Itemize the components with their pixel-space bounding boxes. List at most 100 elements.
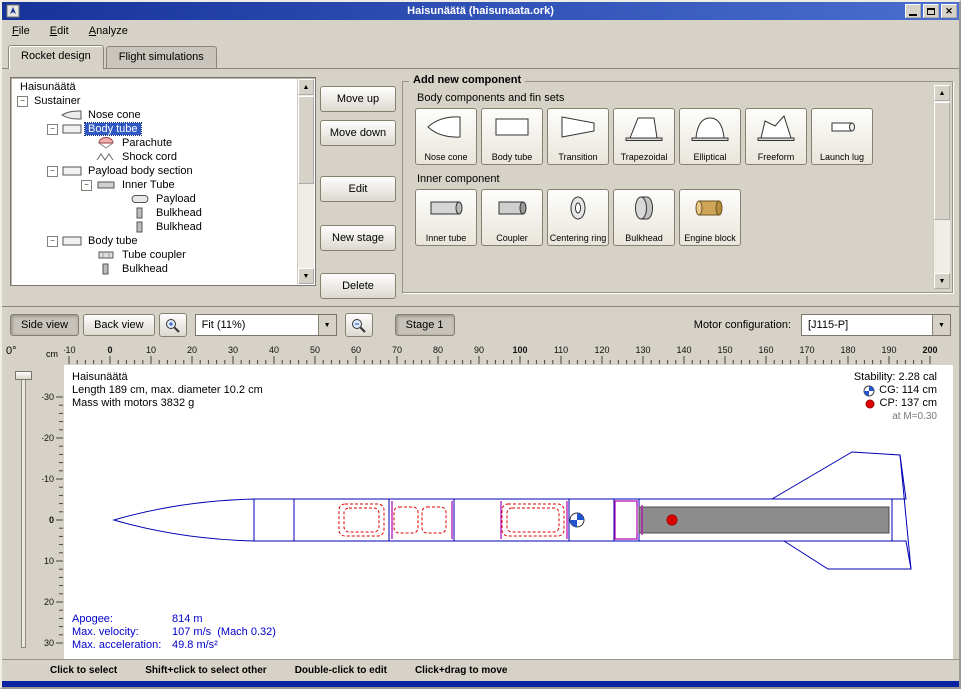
title-bar[interactable]: Haisunäätä (haisunaata.ork) ✕ xyxy=(2,2,959,20)
inner-tube-icon xyxy=(426,193,466,223)
svg-text:80: 80 xyxy=(433,345,443,355)
zoom-in-button[interactable] xyxy=(159,313,187,337)
add-coupler-button[interactable]: Coupler xyxy=(481,189,543,246)
innertube-icon xyxy=(95,179,119,191)
menu-file[interactable]: File xyxy=(12,25,30,37)
palette-title: Add new component xyxy=(409,74,525,86)
body-tube-icon xyxy=(492,112,532,142)
palette-scrollbar[interactable]: ▲ ▼ xyxy=(933,85,950,289)
tree-item-body-tube[interactable]: −Body tube xyxy=(13,234,297,248)
tree-item-inner-tube[interactable]: −Inner Tube xyxy=(13,178,297,192)
add-launch-lug-button[interactable]: Launch lug xyxy=(811,108,873,165)
tree-item-tube-coupler[interactable]: −Tube coupler xyxy=(13,248,297,262)
tree-item-bulkhead[interactable]: −Bulkhead xyxy=(13,220,297,234)
stability-mach: at M=0.30 xyxy=(854,410,937,423)
add-freeform-button[interactable]: Freeform xyxy=(745,108,807,165)
tree-expander-icon[interactable]: − xyxy=(81,180,92,191)
tree-item-payload[interactable]: −Payload xyxy=(13,192,297,206)
scroll-up-icon[interactable]: ▲ xyxy=(298,79,314,95)
scroll-up-icon[interactable]: ▲ xyxy=(934,85,950,101)
rotation-slider-handle[interactable] xyxy=(15,371,32,380)
tab-flight-simulations[interactable]: Flight simulations xyxy=(106,46,217,68)
delete-button[interactable]: Delete xyxy=(320,273,396,299)
tree-expander-icon[interactable]: − xyxy=(47,236,58,247)
add-trapezoidal-button[interactable]: Trapezoidal xyxy=(613,108,675,165)
motor-configuration-select[interactable]: [J115-P] ▼ xyxy=(801,314,951,336)
trapezoidal-icon xyxy=(624,112,664,142)
move-down-button[interactable]: Move down xyxy=(320,120,396,146)
rocket-dimensions: Length 189 cm, max. diameter 10.2 cm xyxy=(72,384,263,397)
parachute-icon xyxy=(95,137,119,149)
menu-analyze[interactable]: Analyze xyxy=(89,25,128,37)
tree-expander-icon[interactable]: − xyxy=(47,166,58,177)
tree-item-haisun-t[interactable]: Haisunäätä xyxy=(13,80,297,94)
svg-text:0: 0 xyxy=(49,515,54,525)
svg-text:130: 130 xyxy=(635,345,650,355)
side-view-button[interactable]: Side view xyxy=(10,314,79,336)
freeform-icon xyxy=(756,112,796,142)
motor-configuration-label: Motor configuration: xyxy=(694,319,791,331)
add-transition-button[interactable]: Transition xyxy=(547,108,609,165)
tab-rocket-design[interactable]: Rocket design xyxy=(8,45,104,69)
tree-item-nose-cone[interactable]: −Nose cone xyxy=(13,108,297,122)
rotation-control: 0° xyxy=(2,343,42,660)
status-bar: Click to select Shift+click to select ot… xyxy=(2,659,959,681)
cp-marker xyxy=(667,515,677,525)
window-icon xyxy=(6,4,20,18)
tree-expander-icon[interactable]: − xyxy=(47,124,58,135)
maximize-button[interactable] xyxy=(923,4,939,18)
chevron-down-icon[interactable]: ▼ xyxy=(932,315,950,335)
new-stage-button[interactable]: New stage xyxy=(320,225,396,251)
menu-edit[interactable]: Edit xyxy=(50,25,69,37)
zoom-out-button[interactable] xyxy=(345,313,373,337)
minimize-button[interactable] xyxy=(905,4,921,18)
rocket-canvas[interactable]: Haisunäätä Length 189 cm, max. diameter … xyxy=(64,365,953,660)
close-button[interactable]: ✕ xyxy=(941,4,957,18)
move-up-button[interactable]: Move up xyxy=(320,86,396,112)
svg-text:90: 90 xyxy=(474,345,484,355)
svg-text:50: 50 xyxy=(310,345,320,355)
add-inner-tube-button[interactable]: Inner tube xyxy=(415,189,477,246)
svg-text:30: 30 xyxy=(228,345,238,355)
tree-item-payload-body-section[interactable]: −Payload body section xyxy=(13,164,297,178)
motor-configuration-value: [J115-P] xyxy=(802,319,932,331)
back-view-button[interactable]: Back view xyxy=(83,314,155,336)
tree-item-bulkhead[interactable]: −Bulkhead xyxy=(13,206,297,220)
tree-item-shock-cord[interactable]: −Shock cord xyxy=(13,150,297,164)
tree-scrollbar-thumb[interactable] xyxy=(298,96,314,184)
scroll-down-icon[interactable]: ▼ xyxy=(298,268,314,284)
tree-item-label: Bulkhead xyxy=(119,263,171,275)
svg-text:160: 160 xyxy=(758,345,773,355)
tree-item-body-tube[interactable]: −Body tube xyxy=(13,122,297,136)
svg-text:120: 120 xyxy=(594,345,609,355)
add-engine-block-button[interactable]: Engine block xyxy=(679,189,741,246)
add-bulkhead-button[interactable]: Bulkhead xyxy=(613,189,675,246)
svg-text:190: 190 xyxy=(881,345,896,355)
tree-item-sustainer[interactable]: −Sustainer xyxy=(13,94,297,108)
apogee-label: Apogee: xyxy=(72,613,172,626)
tree-item-label: Bulkhead xyxy=(153,207,205,219)
rotation-slider-track xyxy=(21,373,26,648)
tree-expander-icon[interactable]: − xyxy=(17,96,28,107)
stage-1-button[interactable]: Stage 1 xyxy=(395,314,455,336)
svg-text:30: 30 xyxy=(44,638,54,648)
add-elliptical-button[interactable]: Elliptical xyxy=(679,108,741,165)
fin-lower-shape xyxy=(784,541,911,569)
chevron-down-icon[interactable]: ▼ xyxy=(318,315,336,335)
edit-button[interactable]: Edit xyxy=(320,176,396,202)
svg-text:170: 170 xyxy=(799,345,814,355)
tree-item-parachute[interactable]: −Parachute xyxy=(13,136,297,150)
add-body-tube-button[interactable]: Body tube xyxy=(481,108,543,165)
tree-scrollbar[interactable]: ▲ ▼ xyxy=(297,79,314,284)
palette-scrollbar-thumb[interactable] xyxy=(934,102,950,220)
add-nose-cone-button[interactable]: Nose cone xyxy=(415,108,477,165)
component-group-label: Body components and fin sets xyxy=(417,92,930,104)
fin-upper-shape xyxy=(772,452,906,499)
vertical-ruler: -30-20-100102030 xyxy=(42,365,64,660)
tree-item-bulkhead[interactable]: −Bulkhead xyxy=(13,262,297,276)
tree-item-label: Payload xyxy=(153,193,199,205)
add-centering-ring-button[interactable]: Centering ring xyxy=(547,189,609,246)
scroll-down-icon[interactable]: ▼ xyxy=(934,273,950,289)
coupler-icon xyxy=(95,249,119,261)
zoom-level-select[interactable]: Fit (11%) ▼ xyxy=(195,314,337,336)
